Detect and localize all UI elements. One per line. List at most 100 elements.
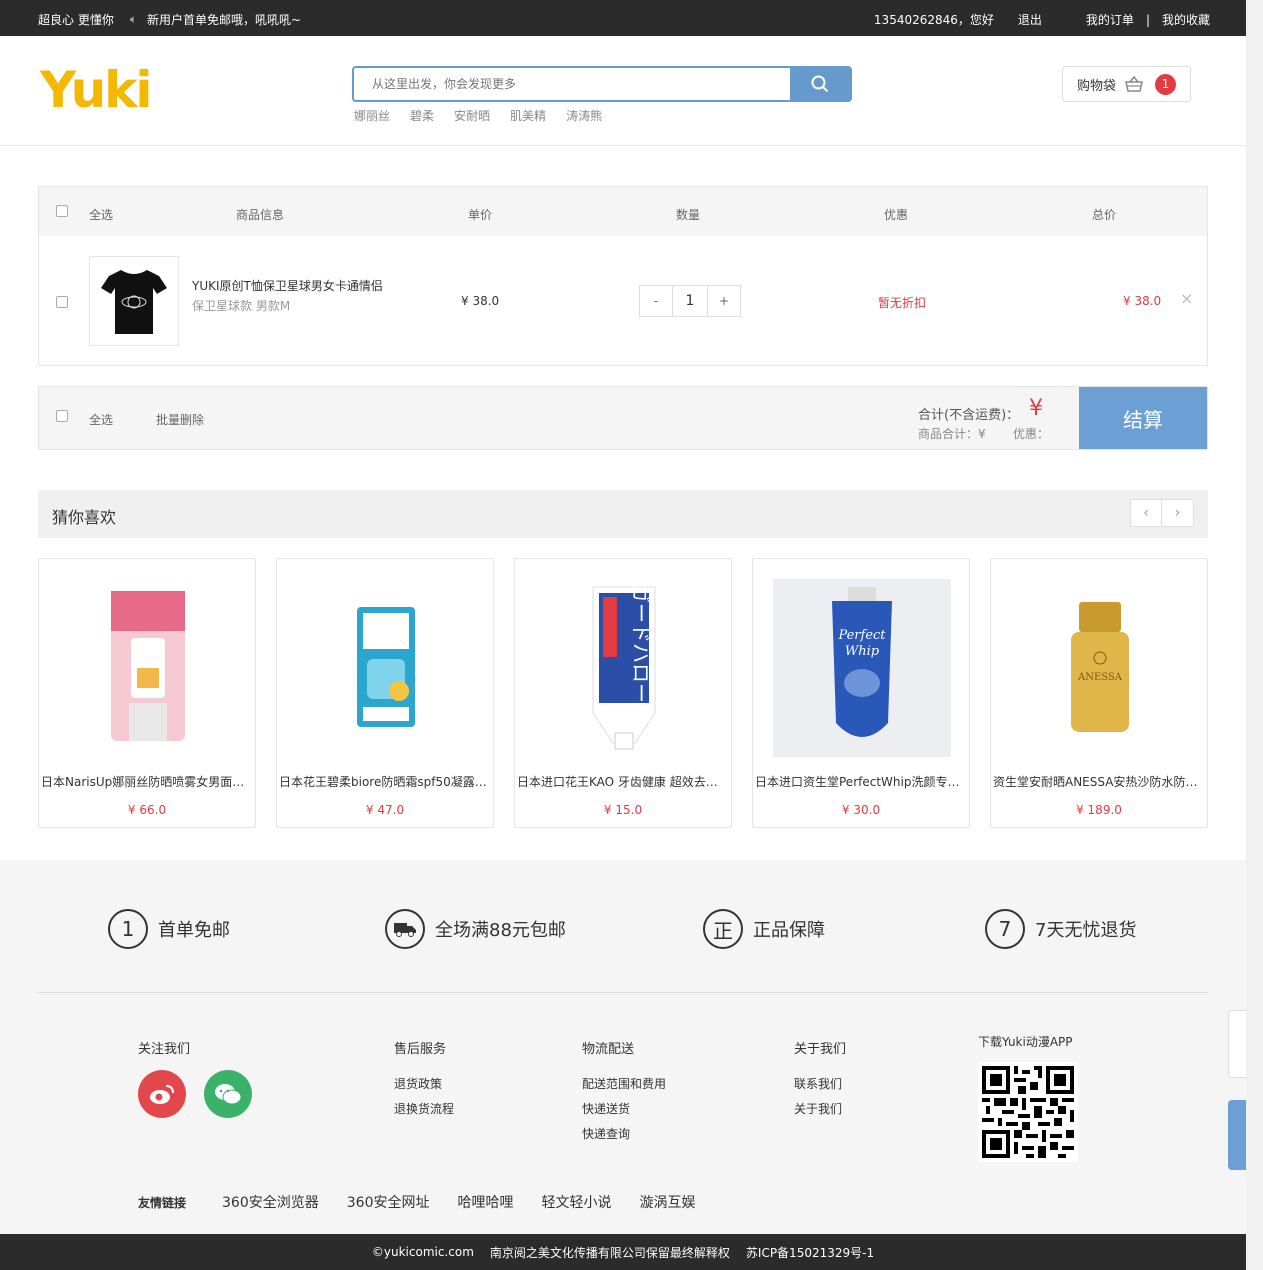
hotword-link[interactable]: 碧柔 xyxy=(410,107,434,124)
recommendations-header: 猜你喜欢 ‹ › xyxy=(38,490,1208,538)
footer-link[interactable]: 退换货流程 xyxy=(394,1100,454,1117)
slogan: 超良心 更懂你 xyxy=(38,13,114,27)
qr-code-icon xyxy=(978,1062,1078,1162)
remove-item-button[interactable]: × xyxy=(1180,289,1193,308)
search-icon xyxy=(811,75,829,93)
footer-link[interactable]: 快递送货 xyxy=(582,1100,666,1117)
friend-link[interactable]: 轻文轻小说 xyxy=(541,1192,611,1212)
footer-link[interactable]: 配送范围和费用 xyxy=(582,1075,666,1092)
product-image[interactable] xyxy=(297,579,475,757)
friend-links-label: 友情链接 xyxy=(138,1195,187,1210)
product-name[interactable]: 资生堂安耐晒ANESSA安热沙防水防晒... xyxy=(991,773,1207,790)
bag-label: 购物袋 xyxy=(1077,78,1117,94)
bag-count-badge: 1 xyxy=(1155,74,1176,95)
product-name[interactable]: 日本进口资生堂PerfectWhip洗颜专科... xyxy=(753,773,969,790)
recommendations-title: 猜你喜欢 xyxy=(52,508,117,527)
prev-arrow-button[interactable]: ‹ xyxy=(1130,499,1162,527)
logistics-column: 物流配送 配送范围和费用 快递送货 快递查询 xyxy=(582,1038,666,1150)
notice-text: 新用户首单免邮哦，吼吼吼~ xyxy=(147,13,302,27)
weibo-icon[interactable] xyxy=(138,1070,186,1118)
app-download-title: 下载Yuki动漫APP xyxy=(978,1035,1073,1049)
product-image[interactable]: ANESSA xyxy=(1011,579,1189,757)
copyright-bar: ©yukicomic.com 南京阅之美文化传播有限公司保留最终解释权 苏ICP… xyxy=(0,1234,1246,1270)
authentic-icon: 正 xyxy=(703,909,743,949)
product-image[interactable]: ガードハロー xyxy=(535,579,713,757)
qty-plus-button[interactable]: + xyxy=(707,286,740,316)
hot-keywords: 娜丽丝 碧柔 安耐晒 肌美精 涛涛熊 xyxy=(354,107,622,124)
hotword-link[interactable]: 娜丽丝 xyxy=(354,107,390,124)
product-card[interactable]: 日本NarisUp娜丽丝防晒喷雾女男面部... ¥ 66.0 xyxy=(38,558,256,828)
friend-link[interactable]: 哈哩哈哩 xyxy=(457,1192,513,1212)
about-column: 关于我们 联系我们 关于我们 xyxy=(794,1038,846,1125)
svg-text:Whip: Whip xyxy=(845,644,880,659)
search-input[interactable] xyxy=(354,68,790,100)
product-card[interactable]: 日本花王碧柔biore防晒霜spf50凝露男... ¥ 47.0 xyxy=(276,558,494,828)
hotword-link[interactable]: 涛涛熊 xyxy=(566,107,602,124)
hotword-link[interactable]: 肌美精 xyxy=(510,107,546,124)
item-total: ¥ 38.0 xyxy=(1123,294,1162,308)
logistics-title: 物流配送 xyxy=(582,1042,635,1057)
product-image[interactable]: Perfect Whip xyxy=(773,579,951,757)
my-favorites-link[interactable]: 我的收藏 xyxy=(1162,11,1210,28)
item-thumbnail[interactable] xyxy=(89,256,179,346)
checkout-button[interactable]: 结算 xyxy=(1079,387,1207,449)
svg-text:ガードハロー: ガードハロー xyxy=(629,583,653,703)
footer-link[interactable]: 退货政策 xyxy=(394,1075,454,1092)
qty-minus-button[interactable]: - xyxy=(640,286,673,316)
footer-link[interactable]: 关于我们 xyxy=(794,1100,846,1117)
bottom-select-all-checkbox[interactable] xyxy=(56,410,68,422)
company-text: 南京阅之美文化传播有限公司保留最终解释权 xyxy=(489,1245,730,1260)
product-card[interactable]: ANESSA 资生堂安耐晒ANESSA安热沙防水防晒... ¥ 189.0 xyxy=(990,558,1208,828)
select-all-checkbox[interactable] xyxy=(56,205,68,217)
number-7-icon: 7 xyxy=(985,909,1025,949)
yuki-logo[interactable]: Yuki xyxy=(40,62,153,118)
logout-link[interactable]: 退出 xyxy=(1018,11,1042,28)
product-image[interactable] xyxy=(59,579,237,757)
qty-input[interactable]: 1 xyxy=(673,286,707,316)
copyright-text: ©yukicomic.com xyxy=(371,1245,474,1259)
product-name[interactable]: 日本NarisUp娜丽丝防晒喷雾女男面部... xyxy=(39,773,255,790)
item-checkbox[interactable] xyxy=(56,296,68,308)
separator: | xyxy=(1145,12,1150,27)
footer-link[interactable]: 联系我们 xyxy=(794,1075,846,1092)
search-button[interactable] xyxy=(790,68,850,100)
friend-link[interactable]: 360安全浏览器 xyxy=(222,1192,319,1212)
friend-link[interactable]: 360安全网址 xyxy=(347,1192,430,1212)
guarantee-free-shipping: 全场满88元包邮 xyxy=(385,909,566,949)
follow-us-title: 关注我们 xyxy=(138,1042,191,1057)
footer-link[interactable]: 快递查询 xyxy=(582,1125,666,1142)
item-title[interactable]: YUKI原创T恤保卫星球男女卡通情侣 xyxy=(192,277,383,294)
site-footer: 1 首单免邮 全场满88元包邮 正 正品保障 7 7天无忧退货 关注我们 售后服… xyxy=(0,860,1246,1234)
page-scrollbar[interactable] xyxy=(1246,0,1263,1270)
quantity-stepper: - 1 + xyxy=(639,285,741,317)
footer-divider xyxy=(38,992,1208,993)
bottom-select-all-label[interactable]: 全选 xyxy=(89,411,113,428)
header-product-info: 商品信息 xyxy=(236,208,285,222)
side-float-button[interactable] xyxy=(1228,1100,1246,1170)
app-download-column: 下载Yuki动漫APP xyxy=(978,1033,1078,1162)
next-arrow-button[interactable]: › xyxy=(1162,499,1194,527)
side-float-tab[interactable] xyxy=(1228,1010,1246,1078)
batch-delete-button[interactable]: 批量删除 xyxy=(156,411,204,428)
shopping-bag-button[interactable]: 购物袋 1 xyxy=(1062,66,1191,102)
icp-text: 苏ICP备15021329号-1 xyxy=(745,1245,875,1260)
product-card[interactable]: ガードハロー 日本进口花王KAO 牙齿健康 超效去除... ¥ 15.0 xyxy=(514,558,732,828)
tshirt-image xyxy=(101,270,167,334)
product-price: ¥ 66.0 xyxy=(127,803,167,817)
my-orders-link[interactable]: 我的订单 xyxy=(1086,11,1134,28)
product-price: ¥ 189.0 xyxy=(1076,803,1122,817)
product-price: ¥ 30.0 xyxy=(841,803,881,817)
product-name[interactable]: 日本进口花王KAO 牙齿健康 超效去除... xyxy=(515,773,731,790)
hotword-link[interactable]: 安耐晒 xyxy=(454,107,490,124)
carousel-arrows: ‹ › xyxy=(1130,499,1194,527)
product-name[interactable]: 日本花王碧柔biore防晒霜spf50凝露男... xyxy=(277,773,493,790)
speaker-icon: 🔈︎ xyxy=(129,12,138,26)
wechat-icon[interactable] xyxy=(204,1070,252,1118)
about-title: 关于我们 xyxy=(794,1042,847,1057)
friend-link[interactable]: 漩涡互娱 xyxy=(639,1192,695,1212)
product-card[interactable]: Perfect Whip 日本进口资生堂PerfectWhip洗颜专科... ¥ … xyxy=(752,558,970,828)
basket-icon xyxy=(1125,75,1143,92)
header-total: 总价 xyxy=(1092,208,1117,222)
item-spec: 保卫星球款 男款M xyxy=(192,299,291,313)
guarantee-label: 正品保障 xyxy=(753,920,825,941)
